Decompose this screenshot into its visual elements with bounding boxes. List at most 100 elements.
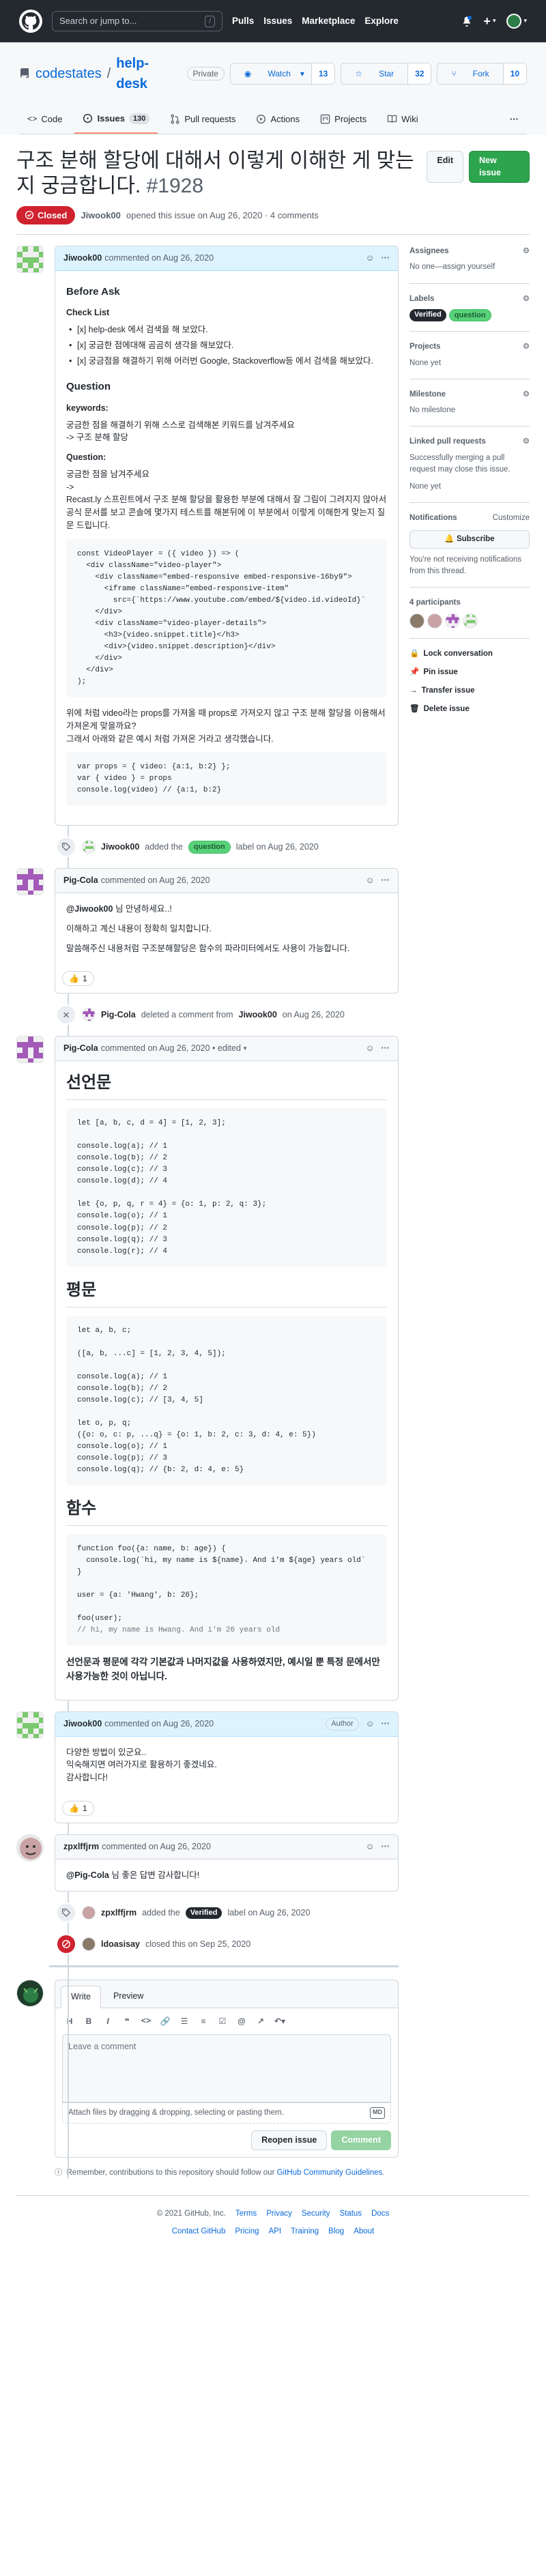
heading-icon[interactable]: H bbox=[63, 2015, 76, 2027]
avatar[interactable] bbox=[16, 1834, 44, 1862]
more-tabs-button[interactable]: ··· bbox=[502, 106, 527, 134]
kebab-horizontal-icon[interactable]: ··· bbox=[382, 1840, 390, 1853]
label-question[interactable]: question bbox=[188, 841, 231, 854]
avatar[interactable] bbox=[16, 1980, 44, 2008]
event-user-link[interactable]: Jiwook00 bbox=[101, 841, 139, 854]
delete-issue-action[interactable]: 🗑 Delete issue bbox=[410, 704, 530, 715]
community-guidelines-link[interactable]: GitHub Community Guidelines bbox=[277, 2169, 383, 2177]
pin-issue-action[interactable]: 📌 Pin issue bbox=[410, 667, 530, 678]
nav-explore[interactable]: Explore bbox=[364, 14, 399, 28]
create-new-menu[interactable]: + ▾ bbox=[483, 12, 495, 31]
nav-marketplace[interactable]: Marketplace bbox=[302, 14, 355, 28]
tab-issues[interactable]: Issues 130 bbox=[74, 106, 158, 134]
footer-link-training[interactable]: Training bbox=[291, 2226, 319, 2238]
quote-icon[interactable]: ❝ bbox=[121, 2015, 133, 2027]
tab-actions[interactable]: Actions bbox=[248, 106, 308, 134]
reaction-thumbs-up[interactable]: 👍 1 bbox=[62, 1800, 94, 1816]
code-icon[interactable]: <> bbox=[140, 2015, 152, 2027]
star-count[interactable]: 32 bbox=[407, 63, 431, 84]
avatar[interactable] bbox=[427, 613, 442, 628]
footer-link-pricing[interactable]: Pricing bbox=[235, 2226, 259, 2238]
nav-pulls[interactable]: Pulls bbox=[232, 14, 254, 28]
footer-link-terms[interactable]: Terms bbox=[235, 2208, 257, 2220]
star-button[interactable]: ☆ Star 32 bbox=[341, 63, 432, 85]
sidebar-title[interactable]: Milestone bbox=[410, 389, 446, 401]
new-issue-button[interactable]: New issue bbox=[469, 150, 530, 183]
customize-link[interactable]: Customize bbox=[493, 512, 530, 524]
smiley-icon[interactable]: ☺ bbox=[366, 252, 375, 265]
sidebar-title[interactable]: Assignees bbox=[410, 246, 449, 257]
bell-icon[interactable] bbox=[461, 16, 472, 27]
gear-icon[interactable]: ⚙ bbox=[523, 246, 530, 257]
subscribe-button[interactable]: 🔔 Subscribe bbox=[410, 530, 530, 549]
fork-button[interactable]: ⑂ Fork 10 bbox=[437, 63, 527, 85]
avatar[interactable] bbox=[16, 246, 44, 273]
footer-link-contact[interactable]: Contact GitHub bbox=[172, 2226, 226, 2238]
comment-author-link[interactable]: Jiwook00 bbox=[63, 252, 102, 265]
gear-icon[interactable]: ⚙ bbox=[523, 293, 530, 305]
comment-meta[interactable]: commented on Aug 26, 2020 • edited bbox=[101, 1042, 241, 1055]
comment-button[interactable]: Comment bbox=[331, 2130, 391, 2151]
github-logo-icon[interactable] bbox=[19, 10, 42, 33]
ordered-list-icon[interactable]: ≡ bbox=[197, 2015, 210, 2027]
reply-icon[interactable]: ↶▾ bbox=[274, 2015, 286, 2027]
transfer-issue-action[interactable]: → Transfer issue bbox=[410, 685, 530, 697]
avatar[interactable] bbox=[82, 1008, 96, 1022]
avatar[interactable] bbox=[445, 613, 460, 628]
footer-link-about[interactable]: About bbox=[354, 2226, 374, 2238]
task-list-icon[interactable]: ☑ bbox=[216, 2015, 229, 2027]
tab-projects[interactable]: Projects bbox=[312, 106, 375, 134]
comment-author-link[interactable]: Jiwook00 bbox=[63, 1718, 102, 1731]
lock-conversation-action[interactable]: 🔒 Lock conversation bbox=[410, 648, 530, 660]
kebab-horizontal-icon[interactable]: ··· bbox=[382, 252, 390, 265]
footer-link-docs[interactable]: Docs bbox=[371, 2208, 389, 2220]
gear-icon[interactable]: ⚙ bbox=[523, 389, 530, 401]
label-question[interactable]: question bbox=[448, 308, 491, 322]
event-user-link[interactable]: ldoasisay bbox=[101, 1938, 140, 1951]
issue-author-link[interactable]: Jiwook00 bbox=[81, 209, 121, 222]
sidebar-title[interactable]: Projects bbox=[410, 341, 440, 353]
caret-down-icon[interactable]: ▾ bbox=[244, 1044, 247, 1054]
kebab-horizontal-icon[interactable]: ··· bbox=[382, 1042, 390, 1055]
edit-button[interactable]: Edit bbox=[427, 150, 464, 183]
tab-wiki[interactable]: Wiki bbox=[379, 106, 427, 134]
mention-icon[interactable]: @ bbox=[235, 2015, 248, 2027]
cross-reference-icon[interactable]: ↗ bbox=[255, 2015, 267, 2027]
italic-icon[interactable]: I bbox=[102, 2015, 114, 2027]
smiley-icon[interactable]: ☺ bbox=[366, 1042, 375, 1055]
repo-name-link[interactable]: help-desk bbox=[116, 53, 178, 94]
repo-owner-link[interactable]: codestates bbox=[35, 63, 102, 84]
comment-author-link[interactable]: zpxlffjrm bbox=[63, 1840, 99, 1853]
bold-icon[interactable]: B bbox=[83, 2015, 95, 2027]
gear-icon[interactable]: ⚙ bbox=[523, 436, 530, 448]
avatar[interactable] bbox=[16, 1036, 44, 1064]
global-search-input[interactable]: Search or jump to... / bbox=[52, 11, 222, 31]
smiley-icon[interactable]: ☺ bbox=[366, 874, 375, 887]
event-user-link[interactable]: zpxlffjrm bbox=[101, 1907, 136, 1920]
comment-author-link[interactable]: Pig-Cola bbox=[63, 1042, 98, 1055]
avatar[interactable] bbox=[463, 613, 478, 628]
avatar[interactable] bbox=[82, 1937, 96, 1952]
tab-write[interactable]: Write bbox=[61, 1986, 101, 2009]
link-icon[interactable]: 🔗 bbox=[159, 2015, 171, 2027]
avatar[interactable] bbox=[410, 613, 425, 628]
kebab-horizontal-icon[interactable]: ··· bbox=[382, 874, 390, 887]
attach-files-bar[interactable]: Attach files by dragging & dropping, sel… bbox=[62, 2102, 391, 2124]
fork-count[interactable]: 10 bbox=[502, 63, 526, 84]
avatar[interactable] bbox=[16, 1711, 44, 1739]
unordered-list-icon[interactable]: ☰ bbox=[178, 2015, 190, 2027]
event-target-link[interactable]: Jiwook00 bbox=[239, 1009, 277, 1022]
mention-link[interactable]: @Jiwook00 bbox=[66, 904, 113, 914]
nav-issues[interactable]: Issues bbox=[263, 14, 292, 28]
kebab-horizontal-icon[interactable]: ··· bbox=[382, 1718, 390, 1731]
sidebar-title[interactable]: Linked pull requests bbox=[410, 436, 486, 448]
avatar[interactable] bbox=[82, 1906, 96, 1920]
watch-button[interactable]: ◉ Watch ▾ 13 bbox=[229, 63, 336, 85]
avatar[interactable] bbox=[82, 840, 96, 854]
footer-link-security[interactable]: Security bbox=[302, 2208, 330, 2220]
label-verified[interactable]: Verified bbox=[185, 1907, 222, 1919]
event-user-link[interactable]: Pig-Cola bbox=[101, 1009, 136, 1022]
user-menu[interactable]: ▾ bbox=[506, 14, 527, 29]
footer-link-api[interactable]: API bbox=[269, 2226, 282, 2238]
comment-author-link[interactable]: Pig-Cola bbox=[63, 874, 98, 887]
